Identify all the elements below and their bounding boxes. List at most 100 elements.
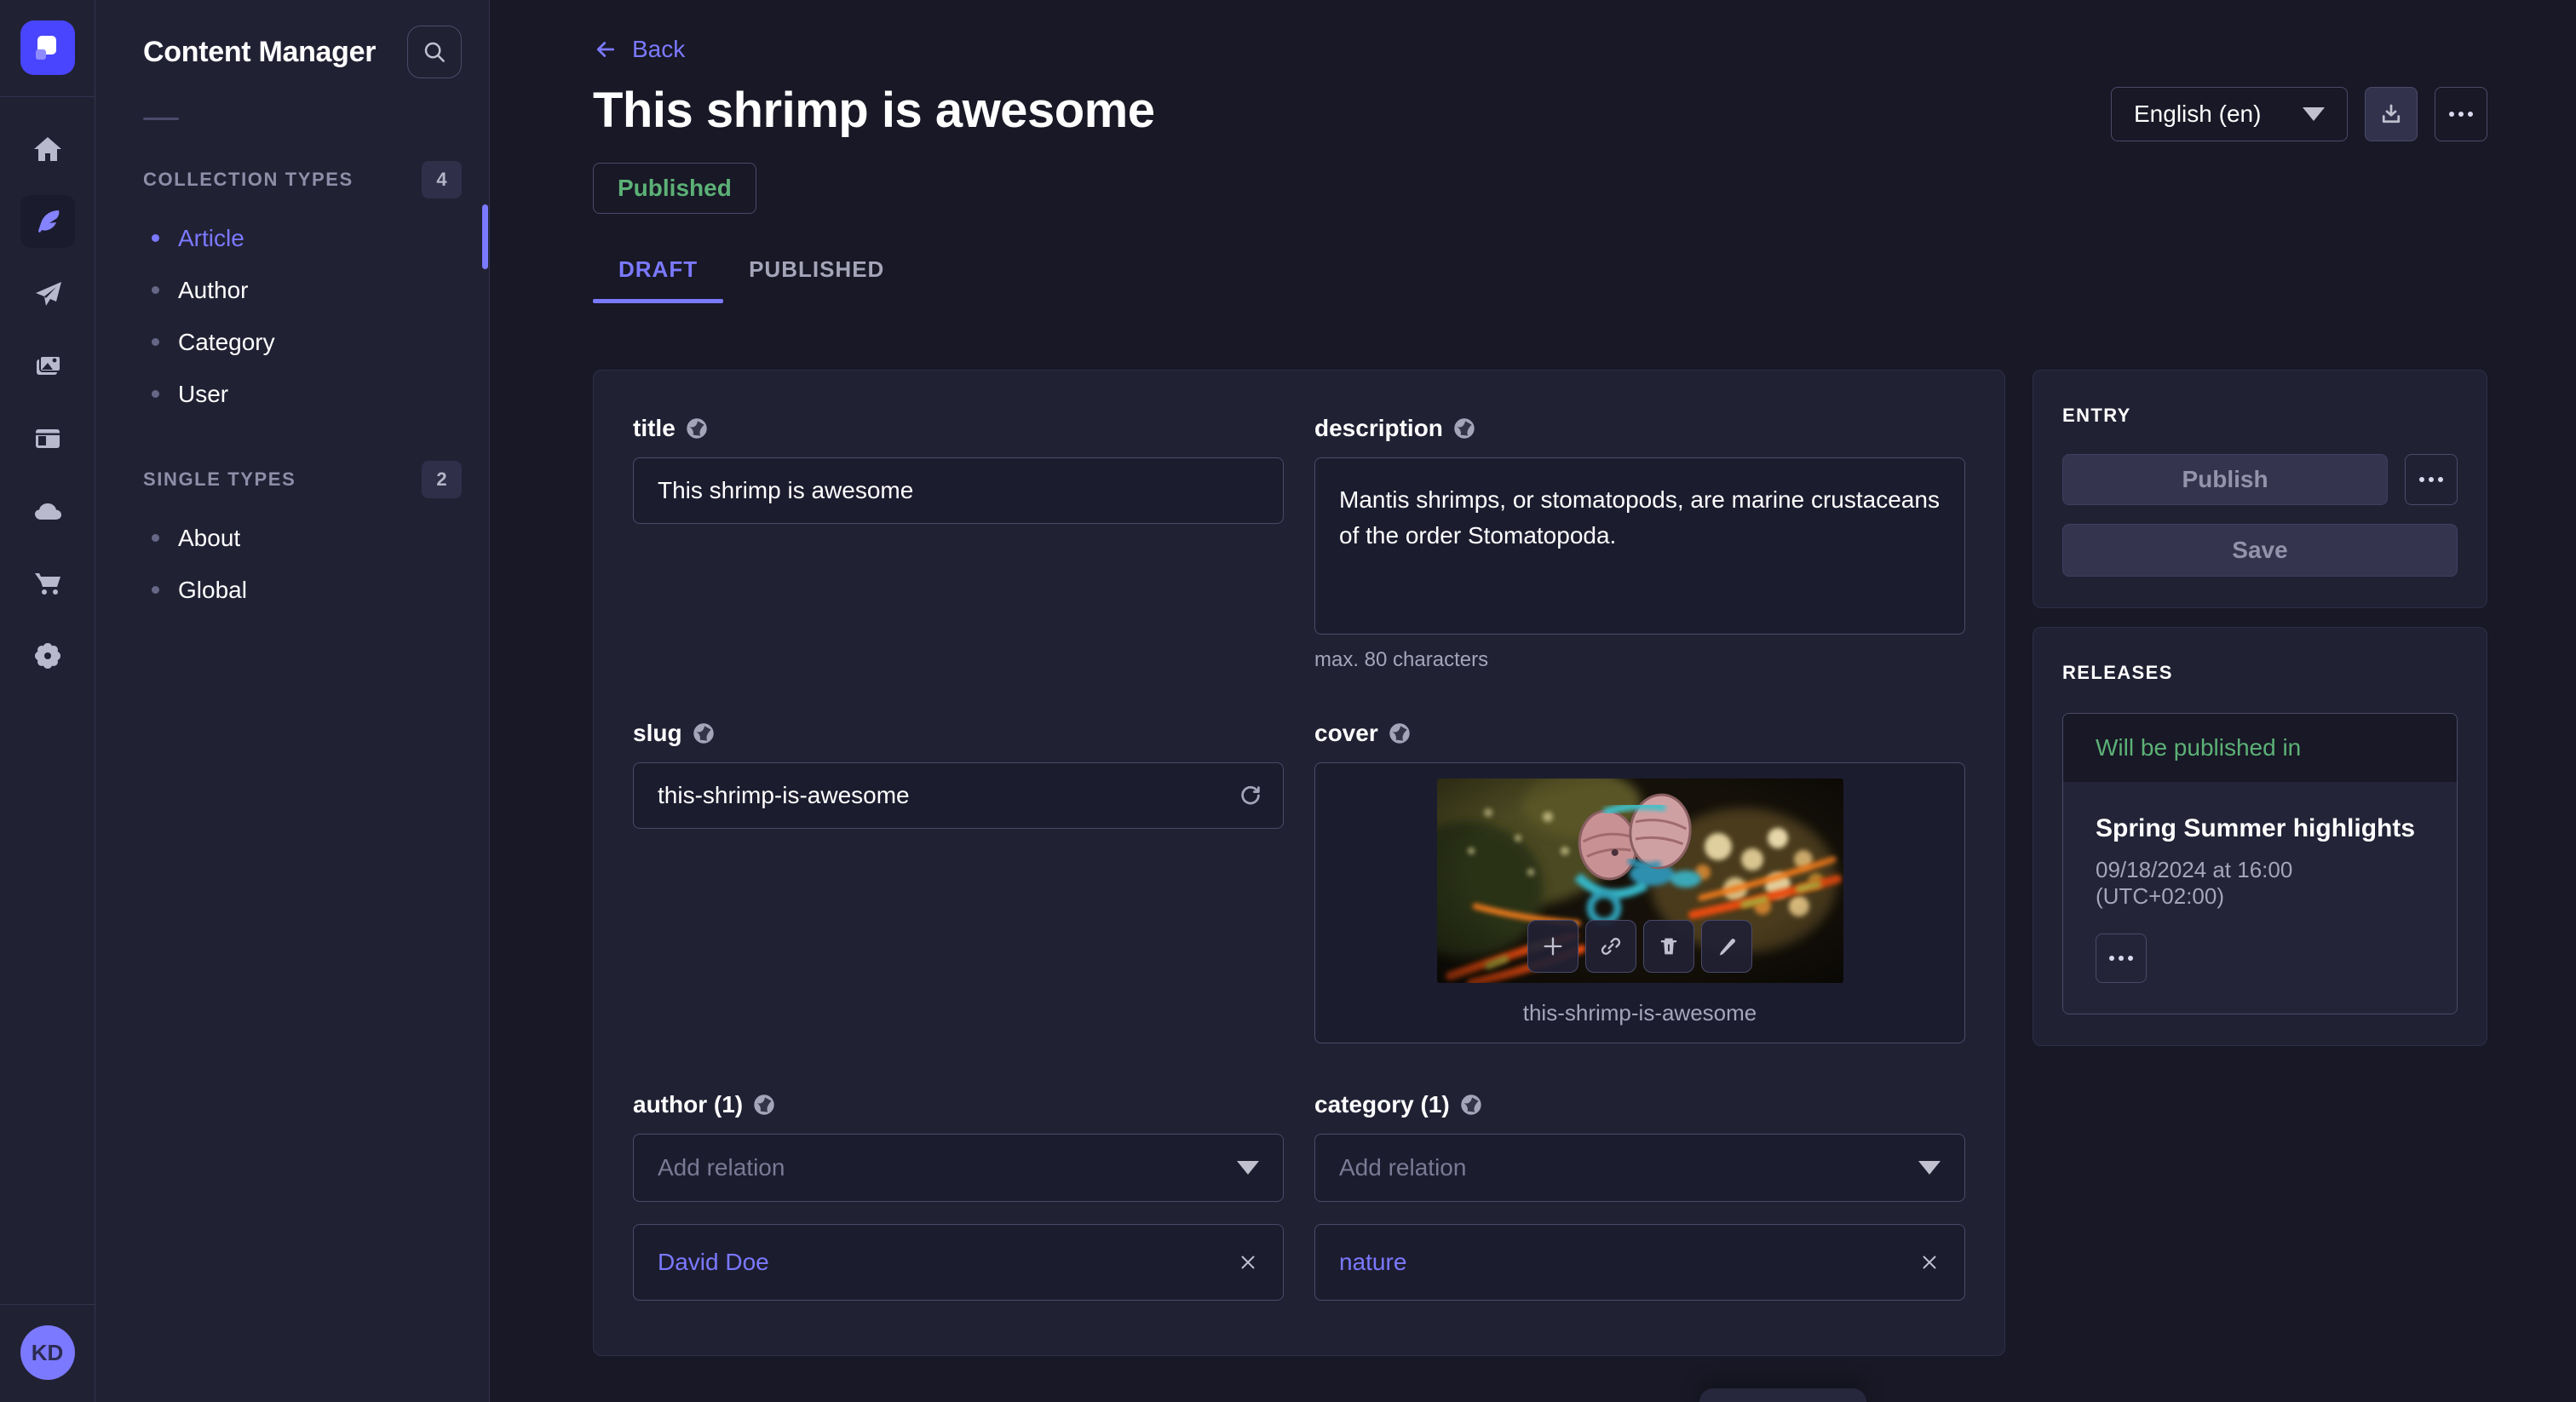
title-input[interactable] <box>633 457 1284 524</box>
entry-panel: ENTRY Publish Save <box>2033 370 2487 608</box>
collection-types-count-badge: 4 <box>422 161 462 198</box>
marketplace-cart-icon[interactable] <box>20 557 75 610</box>
releases-panel-title: RELEASES <box>2062 662 2458 684</box>
single-types-section: SINGLE TYPES 2 About Global <box>95 461 489 616</box>
author-relation-select[interactable]: Add relation <box>633 1134 1284 1202</box>
slug-input[interactable] <box>633 762 1284 829</box>
author-relation-item: David Doe <box>633 1224 1284 1301</box>
locale-select[interactable]: English (en) <box>2111 87 2348 141</box>
cloud-icon[interactable] <box>20 485 75 537</box>
localized-globe-icon <box>693 722 715 744</box>
header-more-button[interactable] <box>2435 87 2487 141</box>
rail-nav <box>20 123 75 682</box>
search-button[interactable] <box>407 26 462 78</box>
cover-upload-box: this-shrimp-is-awesome <box>1314 762 1965 1043</box>
title-field-label: title <box>633 415 676 442</box>
release-status: Will be published in <box>2096 734 2301 761</box>
entry-more-button[interactable] <box>2405 454 2458 505</box>
single-types-label: SINGLE TYPES <box>143 468 296 491</box>
user-avatar[interactable]: KD <box>20 1325 75 1380</box>
settings-gear-icon[interactable] <box>20 629 75 682</box>
export-button[interactable] <box>2365 87 2418 141</box>
download-icon <box>2378 101 2404 127</box>
bullet-icon <box>152 586 159 594</box>
active-item-indicator <box>482 204 488 269</box>
collection-types-section: COLLECTION TYPES 4 Article Author Catego… <box>95 161 489 420</box>
bullet-icon <box>152 234 159 242</box>
cover-edit-button[interactable] <box>1701 920 1752 973</box>
collection-types-label: COLLECTION TYPES <box>143 169 354 191</box>
bullet-icon <box>152 286 159 294</box>
regenerate-slug-icon[interactable] <box>1238 783 1263 808</box>
release-more-button[interactable] <box>2096 934 2147 983</box>
localized-globe-icon <box>1460 1094 1482 1116</box>
entry-panel-title: ENTRY <box>2062 405 2458 427</box>
description-hint: max. 80 characters <box>1314 648 1965 672</box>
paper-plane-icon[interactable] <box>20 267 75 320</box>
publish-button[interactable]: Publish <box>2062 454 2388 505</box>
cover-field-label: cover <box>1314 720 1378 747</box>
trash-icon <box>1657 934 1681 958</box>
sidebar-item-global[interactable]: Global <box>95 564 489 616</box>
main-content: Back This shrimp is awesome Published En… <box>490 0 2576 1402</box>
more-icon <box>2119 956 2124 961</box>
cover-add-button[interactable] <box>1527 920 1578 973</box>
link-icon <box>1599 934 1623 958</box>
sidebar-item-user[interactable]: User <box>95 368 489 420</box>
close-icon <box>1918 1251 1941 1273</box>
bullet-icon <box>152 390 159 398</box>
header-controls: English (en) <box>2111 87 2487 141</box>
home-icon[interactable] <box>20 123 75 175</box>
remove-category-relation-button[interactable] <box>1918 1251 1941 1273</box>
localized-globe-icon <box>686 417 708 440</box>
content-type-builder-icon[interactable] <box>20 412 75 465</box>
author-relation-link[interactable]: David Doe <box>658 1249 769 1276</box>
tab-published[interactable]: PUBLISHED <box>723 256 910 303</box>
cover-image[interactable] <box>1437 779 1843 983</box>
sidebar-item-article[interactable]: Article <box>95 212 489 264</box>
cover-filename: this-shrimp-is-awesome <box>1523 1000 1757 1026</box>
back-link[interactable]: Back <box>593 36 685 63</box>
sidebar-item-about[interactable]: About <box>95 512 489 564</box>
strapi-logo[interactable] <box>20 20 75 75</box>
cover-copy-link-button[interactable] <box>1585 920 1636 973</box>
release-name[interactable]: Spring Summer highlights <box>2096 814 2424 843</box>
chevron-down-icon <box>1918 1161 1941 1175</box>
category-field-label: category (1) <box>1314 1091 1450 1118</box>
media-library-icon[interactable] <box>20 340 75 393</box>
field-category: category (1) Add relation nature <box>1314 1091 1965 1301</box>
bottom-floating-widget[interactable] <box>1699 1388 1866 1402</box>
status-badge: Published <box>593 163 756 214</box>
tab-draft[interactable]: DRAFT <box>593 256 723 303</box>
plus-icon <box>1541 934 1565 958</box>
version-tabs: DRAFT PUBLISHED <box>593 256 2487 303</box>
rail-divider <box>0 96 95 97</box>
description-field-label: description <box>1314 415 1443 442</box>
description-textarea[interactable]: Mantis shrimps, or stomatopods, are mari… <box>1314 457 1965 635</box>
category-relation-select[interactable]: Add relation <box>1314 1134 1965 1202</box>
rail-divider <box>0 1304 95 1305</box>
category-relation-link[interactable]: nature <box>1339 1249 1406 1276</box>
field-description: description Mantis shrimps, or stomatopo… <box>1314 415 1965 672</box>
chevron-down-icon <box>1237 1161 1259 1175</box>
remove-author-relation-button[interactable] <box>1237 1251 1259 1273</box>
release-body: Spring Summer highlights 09/18/2024 at 1… <box>2063 782 2457 1014</box>
main-nav-rail: KD <box>0 0 95 1402</box>
cover-delete-button[interactable] <box>1643 920 1694 973</box>
sidebar-item-category[interactable]: Category <box>95 316 489 368</box>
localized-globe-icon <box>1389 722 1411 744</box>
save-button[interactable]: Save <box>2062 524 2458 577</box>
sidebar-item-author[interactable]: Author <box>95 264 489 316</box>
field-slug: slug <box>633 720 1284 1043</box>
more-icon <box>2429 477 2434 482</box>
content-manager-feather-icon[interactable] <box>20 195 75 248</box>
localized-globe-icon <box>1453 417 1475 440</box>
sidebar-title: Content Manager <box>143 36 376 69</box>
release-date: 09/18/2024 at 16:00 (UTC+02:00) <box>2096 857 2424 910</box>
release-status-header: Will be published in <box>2063 714 2457 782</box>
pencil-icon <box>1715 934 1739 958</box>
arrow-left-icon <box>593 37 618 62</box>
author-field-label: author (1) <box>633 1091 743 1118</box>
release-card: Will be published in Spring Summer highl… <box>2062 713 2458 1014</box>
releases-panel: RELEASES Will be published in Spring Sum… <box>2033 627 2487 1046</box>
